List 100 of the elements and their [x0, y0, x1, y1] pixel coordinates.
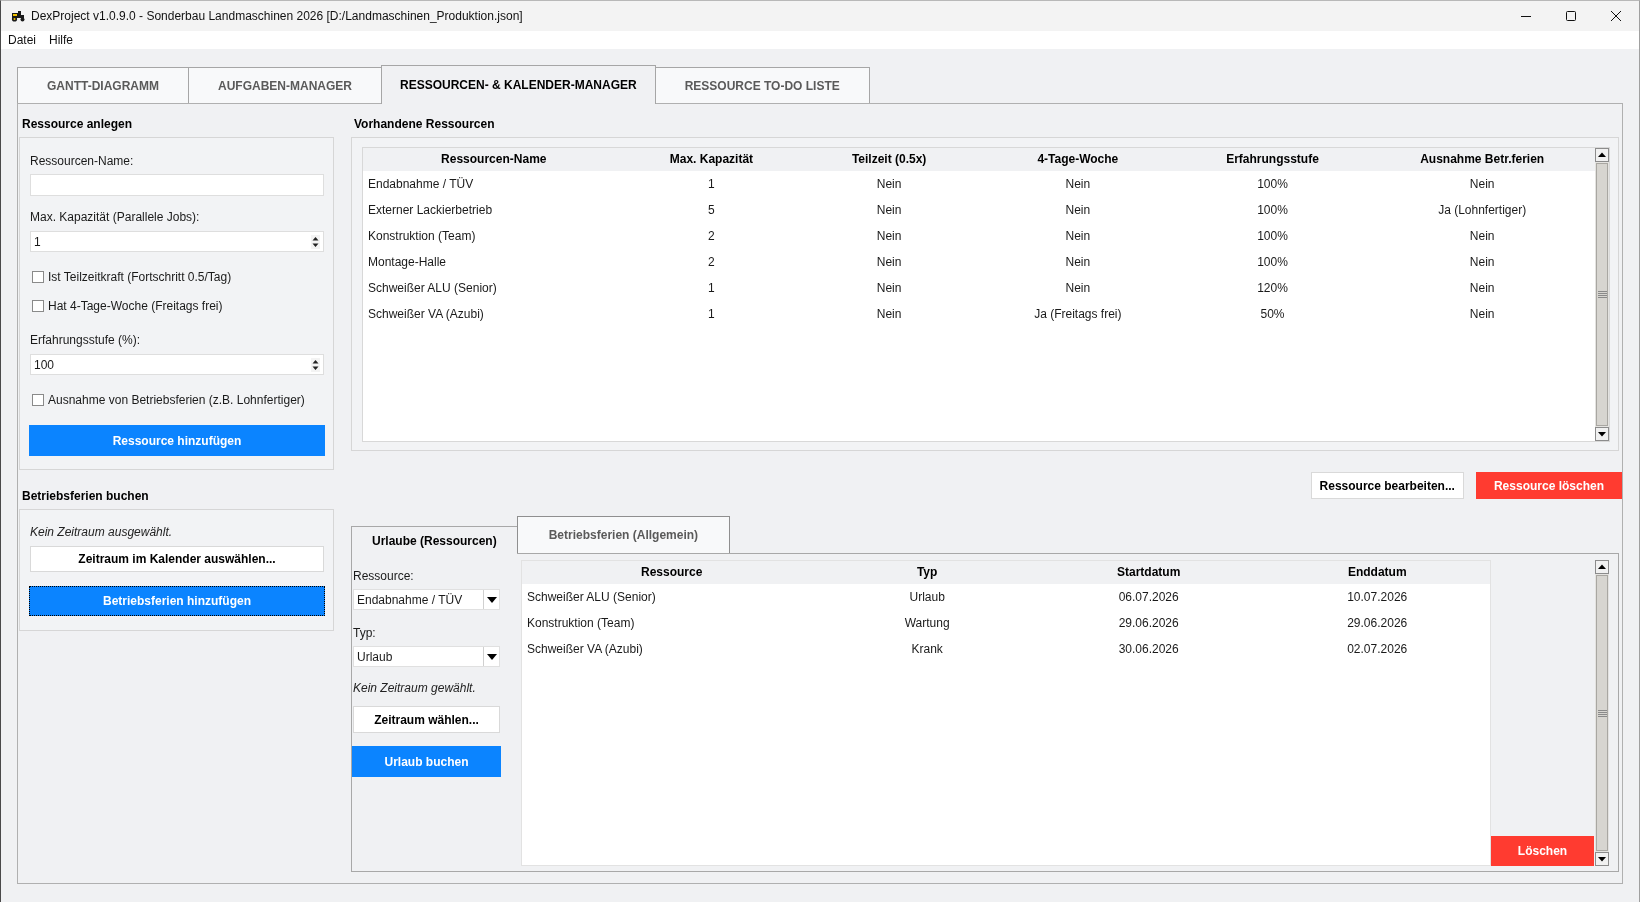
status-text: Kein Zeitraum ausgewählt. [30, 524, 174, 540]
table-cell-text: 5 [707, 202, 716, 219]
tractor-icon [10, 10, 26, 22]
field-label: Max. Kapazität (Parallele Jobs): [30, 209, 201, 225]
tab[interactable]: Betriebsferien (Allgemein) [516, 516, 731, 553]
section-heading: Vorhandene Ressourcen [353, 116, 496, 133]
tab[interactable]: GANTT-DIAGRAMM [17, 67, 189, 103]
column-header[interactable]: Erfahrungsstufe [1175, 148, 1370, 171]
table-cell-text: 1 [707, 176, 716, 193]
scroll-up-icon[interactable] [1595, 148, 1609, 162]
maximize-icon[interactable] [1566, 11, 1576, 21]
column-header[interactable]: Teilzeit (0.5x) [798, 148, 980, 171]
table-cell-text: Nein [875, 202, 903, 219]
table-cell-text: Montage-Halle [367, 254, 448, 271]
table-cell-text: 50% [1259, 306, 1286, 323]
column-header[interactable]: Startdatum [1032, 561, 1265, 584]
delete-button[interactable]: Löschen [1491, 836, 1594, 866]
minimize-icon[interactable] [1521, 15, 1531, 17]
grip-icon [1597, 291, 1607, 298]
table-cell-text: 100% [1256, 228, 1289, 245]
table-cell-text: 100% [1256, 254, 1289, 271]
book-vacation-button[interactable]: Urlaub buchen [352, 746, 501, 777]
table-cell-text: Wartung [903, 615, 951, 632]
table-cell-text: Nein [875, 280, 903, 297]
column-header[interactable]: Typ [821, 561, 1033, 584]
column-header[interactable]: Ausnahme Betr.ferien [1369, 148, 1595, 171]
scrollbar-thumb[interactable] [1596, 163, 1608, 426]
table-cell-text: Nein [1064, 254, 1092, 271]
column-header[interactable]: Ressourcen-Name [363, 148, 625, 171]
select-period-button[interactable]: Zeitraum wählen... [353, 706, 500, 733]
scrollbar[interactable] [1595, 148, 1609, 441]
caret-icon[interactable] [486, 653, 497, 660]
scrollbar-thumb[interactable] [1596, 575, 1608, 851]
add-holidays-button[interactable]: Betriebsferien hinzufügen [29, 586, 325, 616]
dropdown[interactable]: Endabnahme / TÜV [353, 589, 500, 610]
table-cell-text: 2 [707, 228, 716, 245]
checkbox-label: Hat 4-Tage-Woche (Freitags frei) [48, 299, 223, 313]
tab[interactable]: RESSOURCE TO-DO LISTE [654, 67, 870, 103]
add-resource-button[interactable]: Ressource hinzufügen [29, 425, 325, 456]
table-cell-text: Konstruktion (Team) [367, 228, 477, 245]
tab[interactable]: Urlaube (Ressourcen) [351, 526, 517, 554]
scrollbar[interactable] [1595, 560, 1609, 866]
table-cell-text: Nein [1064, 280, 1092, 297]
field-label: Ressourcen-Name: [30, 153, 135, 169]
table-cell-text: Nein [875, 228, 903, 245]
tab[interactable]: RESSOURCEN- & KALENDER-MANAGER [381, 65, 656, 104]
menu-item[interactable]: Hilfe [49, 31, 74, 49]
section-heading: Ressource anlegen [21, 116, 134, 133]
menu-item[interactable]: Datei [8, 31, 36, 49]
table-cell-text: 1 [707, 306, 716, 323]
status-text: Kein Zeitraum gewählt. [353, 680, 477, 696]
table-cell-text: Nein [1468, 176, 1496, 193]
checkbox[interactable] [32, 394, 44, 406]
column-header[interactable]: 4-Tage-Woche [980, 148, 1176, 171]
text-field[interactable] [30, 174, 324, 196]
column-header[interactable]: Enddatum [1264, 561, 1490, 584]
spin-arrows-icon[interactable] [311, 357, 320, 372]
table-cell-text: Ja (Lohnfertiger) [1437, 202, 1528, 219]
spin-arrows-icon[interactable] [311, 234, 320, 249]
table-cell-text: Schweißer VA (Azubi) [526, 641, 644, 658]
column-header[interactable]: Ressource [522, 561, 822, 584]
field-label: Erfahrungsstufe (%): [30, 332, 142, 348]
scroll-up-icon[interactable] [1595, 560, 1609, 574]
table-cell-text: Schweißer ALU (Senior) [526, 589, 657, 606]
table-cell-text: Nein [1468, 254, 1496, 271]
checkbox[interactable] [32, 271, 44, 283]
field-label: Typ: [353, 625, 377, 641]
table-cell-text: Nein [1064, 176, 1092, 193]
edit-resource-button[interactable]: Ressource bearbeiten... [1310, 472, 1464, 499]
table-cell-text: 29.06.2026 [1117, 615, 1180, 632]
table-cell-text: Urlaub [908, 589, 946, 606]
spin-box[interactable]: 1 [30, 231, 324, 252]
checkbox[interactable] [32, 300, 44, 312]
table-cell-text: Nein [875, 306, 903, 323]
table-cell-text: Krank [910, 641, 944, 658]
table-cell-text: Nein [1468, 306, 1496, 323]
field-label: Ressource: [353, 568, 415, 584]
column-header[interactable]: Max. Kapazität [624, 148, 799, 171]
table-cell-text: 100% [1256, 176, 1289, 193]
select-period-button[interactable]: Zeitraum im Kalender auswählen... [30, 546, 324, 572]
table-cell-text: 06.07.2026 [1117, 589, 1180, 606]
table-cell-text: 30.06.2026 [1117, 641, 1180, 658]
table-cell-text: Schweißer ALU (Senior) [367, 280, 498, 297]
scroll-down-icon[interactable] [1595, 427, 1609, 441]
scroll-down-icon[interactable] [1595, 852, 1609, 866]
table-cell-text: Nein [1468, 228, 1496, 245]
grip-icon [1597, 709, 1607, 717]
table-cell-text: 10.07.2026 [1346, 589, 1409, 606]
table-cell-text: 120% [1256, 280, 1289, 297]
caret-icon[interactable] [486, 596, 497, 603]
close-icon[interactable] [1611, 11, 1621, 21]
dropdown[interactable]: Urlaub [353, 646, 500, 667]
table-cell-text: Endabnahme / TÜV [367, 176, 475, 193]
table-cell-text: Nein [875, 254, 903, 271]
spin-box[interactable]: 100 [30, 354, 324, 375]
delete-resource-button[interactable]: Ressource löschen [1475, 472, 1622, 499]
table-cell-text: 100% [1256, 202, 1289, 219]
checkbox-label: Ausnahme von Betriebsferien (z.B. Lohnfertiger) [48, 393, 305, 407]
tab[interactable]: AUFGABEN-MANAGER [188, 67, 382, 103]
table-cell-text: Ja (Freitags frei) [1033, 306, 1123, 323]
